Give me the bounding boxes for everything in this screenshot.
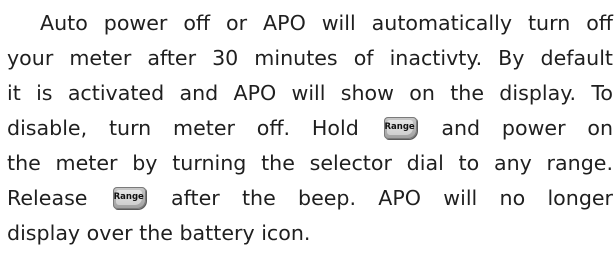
text-segment: and power on [441, 116, 614, 140]
text-line-3: it is activated and APO will show on the… [7, 81, 613, 105]
text-segment: after the beep. APO will no longer [171, 186, 614, 210]
range-button-label: Range [384, 120, 415, 135]
range-button-label: Range [114, 190, 144, 205]
range-button-icon: Range [383, 117, 417, 139]
text-line-2: your meter after 30 minutes of inactivty… [7, 46, 613, 70]
text-line-4: disable, turn meter off. Hold Range and … [7, 111, 613, 146]
text-line-1: Auto power off or APO will automatically… [40, 11, 613, 35]
text-line-7: display over the battery icon. [7, 221, 311, 245]
text-segment: Release [7, 186, 88, 210]
range-button-icon: Range [112, 187, 146, 209]
text-segment: disable, turn meter off. Hold [7, 116, 359, 140]
text-line-6: Release Range after the beep. APO will n… [7, 181, 613, 216]
text-line-5: the meter by turning the selector dial t… [7, 151, 613, 175]
instruction-paragraph: Auto power off or APO will automatically… [7, 6, 613, 251]
